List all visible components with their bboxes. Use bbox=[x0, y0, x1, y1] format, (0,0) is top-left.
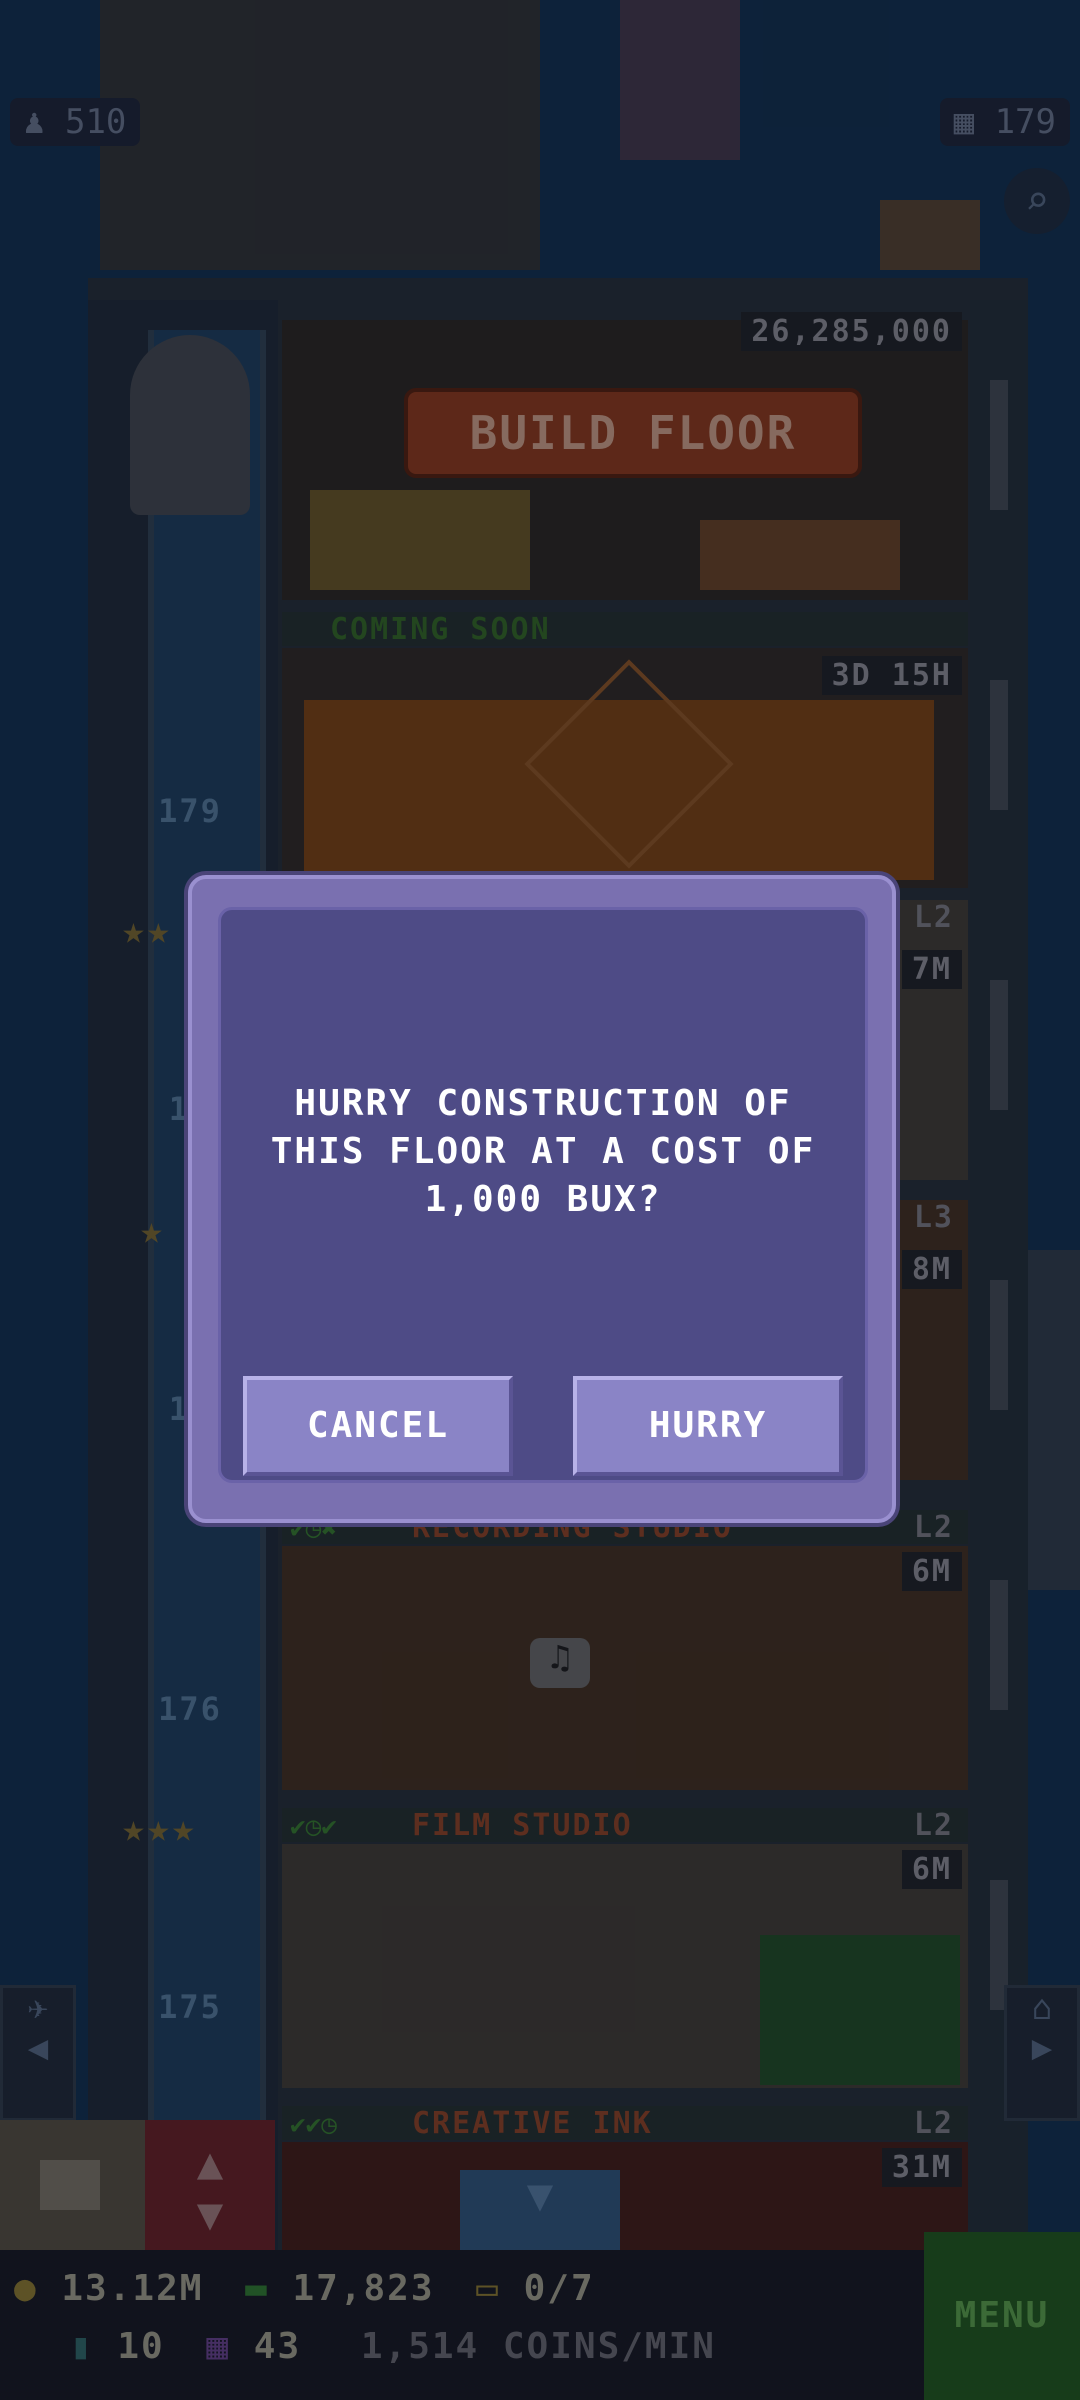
hurry-dialog: HURRY CONSTRUCTION OF THIS FLOOR AT A CO… bbox=[188, 875, 896, 1523]
dialog-message-line: 1,000 BUX? bbox=[424, 1179, 662, 1220]
dialog-message-line: HURRY CONSTRUCTION OF bbox=[294, 1083, 792, 1124]
cancel-button[interactable]: CANCEL bbox=[243, 1376, 513, 1476]
dialog-message-line: THIS FLOOR AT A COST OF bbox=[270, 1131, 816, 1172]
dialog-panel: HURRY CONSTRUCTION OF THIS FLOOR AT A CO… bbox=[218, 907, 868, 1483]
hurry-button[interactable]: HURRY bbox=[573, 1376, 843, 1476]
dialog-message: HURRY CONSTRUCTION OF THIS FLOOR AT A CO… bbox=[251, 1080, 835, 1224]
